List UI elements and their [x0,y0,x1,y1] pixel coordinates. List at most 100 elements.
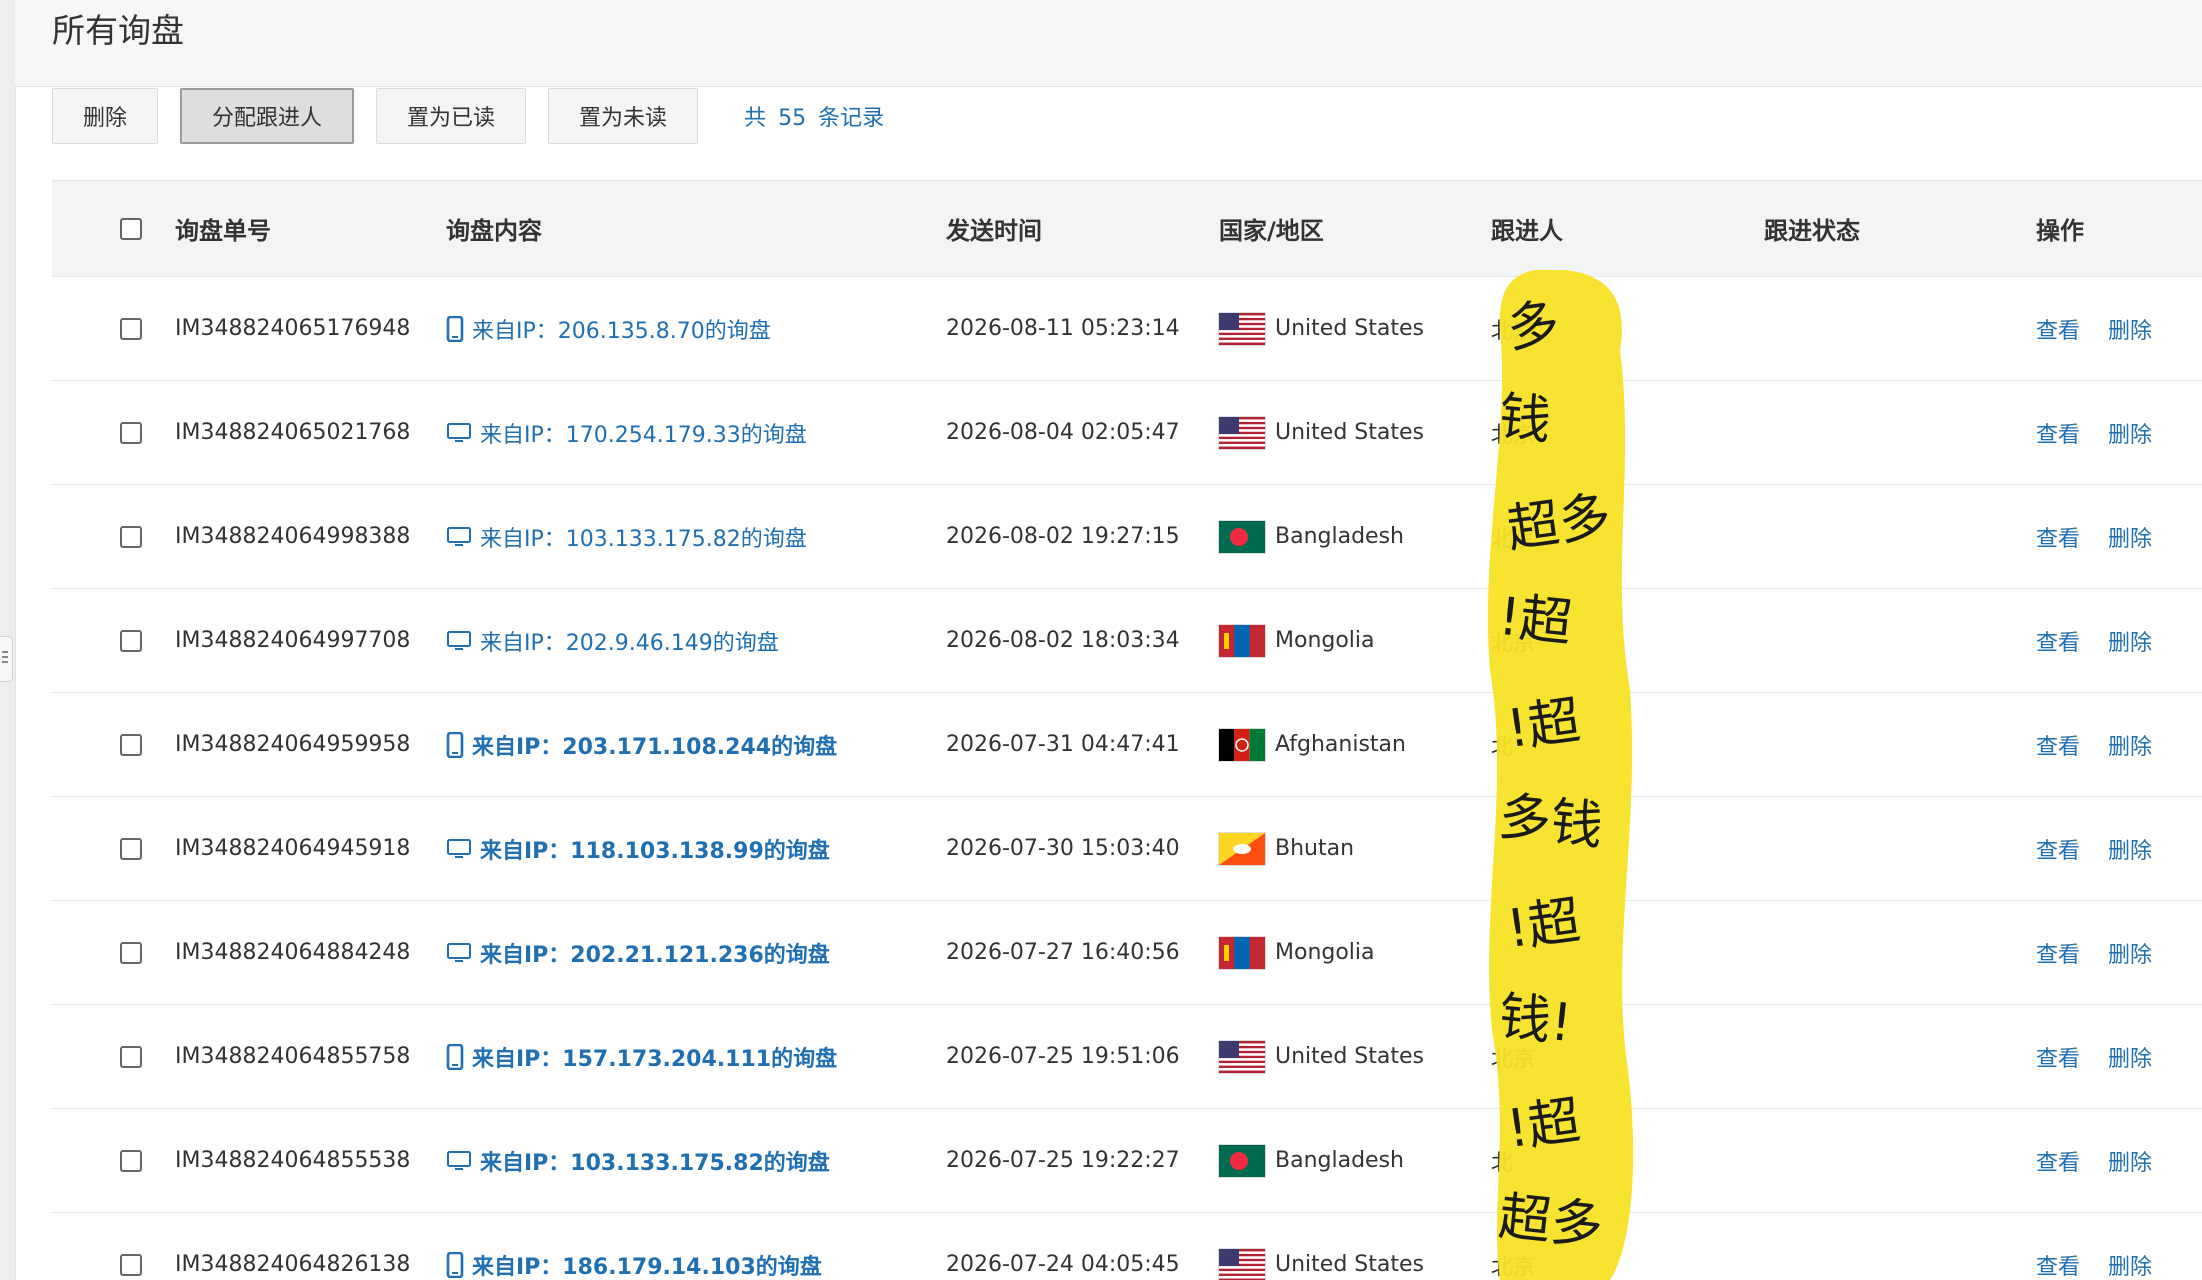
row-checkbox[interactable] [120,629,142,652]
row-delete-link[interactable]: 删除 [2108,937,2152,969]
table-row: IM348824065021768 来自IP：170.254.179.33的询盘 2… [52,381,2202,485]
header-content: 询盘内容 [446,217,542,245]
table-row: IM348824064997708 来自IP：202.9.46.149的询盘 202… [52,589,2202,693]
bt-flag-icon [1219,832,1265,865]
follower-name: 北 [1491,734,1514,760]
view-link[interactable]: 查看 [2036,1145,2080,1177]
ops-cell: 查看 删除 [2036,485,2180,588]
inquiry-content-link[interactable]: 来自IP：118.103.138.99的询盘 [480,833,830,865]
row-delete-link[interactable]: 删除 [2108,833,2152,865]
follower-name: 北 [1491,1150,1514,1176]
mark-read-button[interactable]: 置为已读 [376,88,527,144]
row-select-cell [120,589,142,692]
view-link[interactable]: 查看 [2036,417,2080,449]
send-time: 2026-07-24 04:05:45 [946,1252,1180,1277]
row-checkbox[interactable] [120,525,142,548]
country-name: Bangladesh [1275,524,1404,549]
table-row: IM348824064884248 来自IP：202.21.121.236的询盘 2… [52,901,2202,1005]
inquiry-content-link[interactable]: 来自IP：186.179.14.103的询盘 [472,1249,822,1280]
row-checkbox[interactable] [120,733,142,756]
row-delete-link[interactable]: 删除 [2108,521,2152,553]
inquiry-content-link[interactable]: 来自IP：170.254.179.33的询盘 [480,417,807,449]
assign-follower-button[interactable]: 分配跟进人 [180,88,355,144]
inquiry-content-link[interactable]: 来自IP：203.171.108.244的询盘 [472,729,837,761]
row-delete-link[interactable]: 删除 [2108,417,2152,449]
ops-cell: 查看 删除 [2036,1109,2180,1212]
mark-unread-button[interactable]: 置为未读 [548,88,699,144]
row-checkbox[interactable] [120,1045,142,1068]
view-link[interactable]: 查看 [2036,625,2080,657]
inquiry-content-link[interactable]: 来自IP：202.21.121.236的询盘 [480,937,830,969]
follower-name: 北京 [1491,526,1536,552]
us-flag-icon [1219,1248,1265,1280]
row-delete-link[interactable]: 删除 [2108,625,2152,657]
country-name: Bhutan [1275,836,1355,861]
view-link[interactable]: 查看 [2036,1041,2080,1073]
row-delete-link[interactable]: 删除 [2108,313,2152,345]
record-count-prefix: 共 [744,106,767,131]
inquiry-content-link[interactable]: 来自IP：202.9.46.149的询盘 [480,625,779,657]
inquiry-content-link[interactable]: 来自IP：206.135.8.70的询盘 [472,313,771,345]
inquiry-id: IM348824065176948 [175,316,411,341]
select-all-checkbox[interactable] [120,217,142,240]
country-name: Bangladesh [1275,1148,1404,1173]
ops-cell: 查看 删除 [2036,1005,2180,1108]
row-checkbox[interactable] [120,1149,142,1172]
left-gutter [0,0,16,1280]
toolbar: 删除 分配跟进人 置为已读 置为未读 共 55 条记录 [52,86,890,146]
row-delete-link[interactable]: 删除 [2108,729,2152,761]
row-delete-link[interactable]: 删除 [2108,1249,2152,1280]
table-row: IM348824064945918 来自IP：118.103.138.99的询盘 2… [52,797,2202,901]
row-select-cell [120,1213,142,1280]
delete-button[interactable]: 删除 [52,88,159,144]
send-time: 2026-08-02 18:03:34 [946,628,1180,653]
row-checkbox[interactable] [120,1253,142,1276]
mn-flag-icon [1219,936,1265,969]
country-cell: United States [1219,277,1424,380]
country-cell: United States [1219,1005,1424,1108]
country-cell: Mongolia [1219,589,1375,692]
inquiry-content-link[interactable]: 来自IP：103.133.175.82的询盘 [480,1145,830,1177]
us-flag-icon [1219,312,1265,345]
table-row: IM348824064855758 来自IP：157.173.204.111的询盘… [52,1005,2202,1109]
row-checkbox[interactable] [120,837,142,860]
row-select-cell [120,1005,142,1108]
mobile-icon [446,731,464,758]
inquiry-id: IM348824064997708 [175,628,411,653]
af-flag-icon [1219,728,1265,761]
mn-flag-icon [1219,624,1265,657]
row-select-cell [120,693,142,796]
row-delete-link[interactable]: 删除 [2108,1041,2152,1073]
inquiry-content-cell: 来自IP：103.133.175.82的询盘 [446,1109,830,1212]
inquiry-content-cell: 来自IP：103.133.175.82的询盘 [446,485,807,588]
view-link[interactable]: 查看 [2036,833,2080,865]
inquiry-content-cell: 来自IP：118.103.138.99的询盘 [446,797,830,900]
view-link[interactable]: 查看 [2036,313,2080,345]
view-link[interactable]: 查看 [2036,521,2080,553]
ops-cell: 查看 删除 [2036,693,2180,796]
row-checkbox[interactable] [120,421,142,444]
view-link[interactable]: 查看 [2036,937,2080,969]
follower-name: 北京 [1491,318,1536,344]
sidebar-toggle-handle[interactable] [0,636,13,682]
country-cell: Mongolia [1219,901,1375,1004]
header-ops: 操作 [2036,217,2084,245]
row-delete-link[interactable]: 删除 [2108,1145,2152,1177]
send-time: 2026-07-31 04:47:41 [946,732,1180,757]
inquiry-content-link[interactable]: 来自IP：157.173.204.111的询盘 [472,1041,837,1073]
inquiry-page: 所有询盘 删除 分配跟进人 置为已读 置为未读 共 55 条记录 询盘单号 询盘内容… [0,0,2202,1280]
country-cell: United States [1219,381,1424,484]
table-row: IM348824065176948 来自IP：206.135.8.70的询盘 202… [52,277,2202,381]
view-link[interactable]: 查看 [2036,729,2080,761]
table-body: IM348824065176948 来自IP：206.135.8.70的询盘 202… [52,277,2202,1280]
inquiry-content-link[interactable]: 来自IP：103.133.175.82的询盘 [480,521,807,553]
header-follower: 跟进人 [1491,217,1563,245]
ops-cell: 查看 删除 [2036,1213,2180,1280]
mobile-icon [446,1043,464,1070]
row-checkbox[interactable] [120,941,142,964]
view-link[interactable]: 查看 [2036,1249,2080,1280]
bd-flag-icon [1219,520,1265,553]
ops-cell: 查看 删除 [2036,381,2180,484]
country-cell: Bhutan [1219,797,1354,900]
row-checkbox[interactable] [120,317,142,340]
